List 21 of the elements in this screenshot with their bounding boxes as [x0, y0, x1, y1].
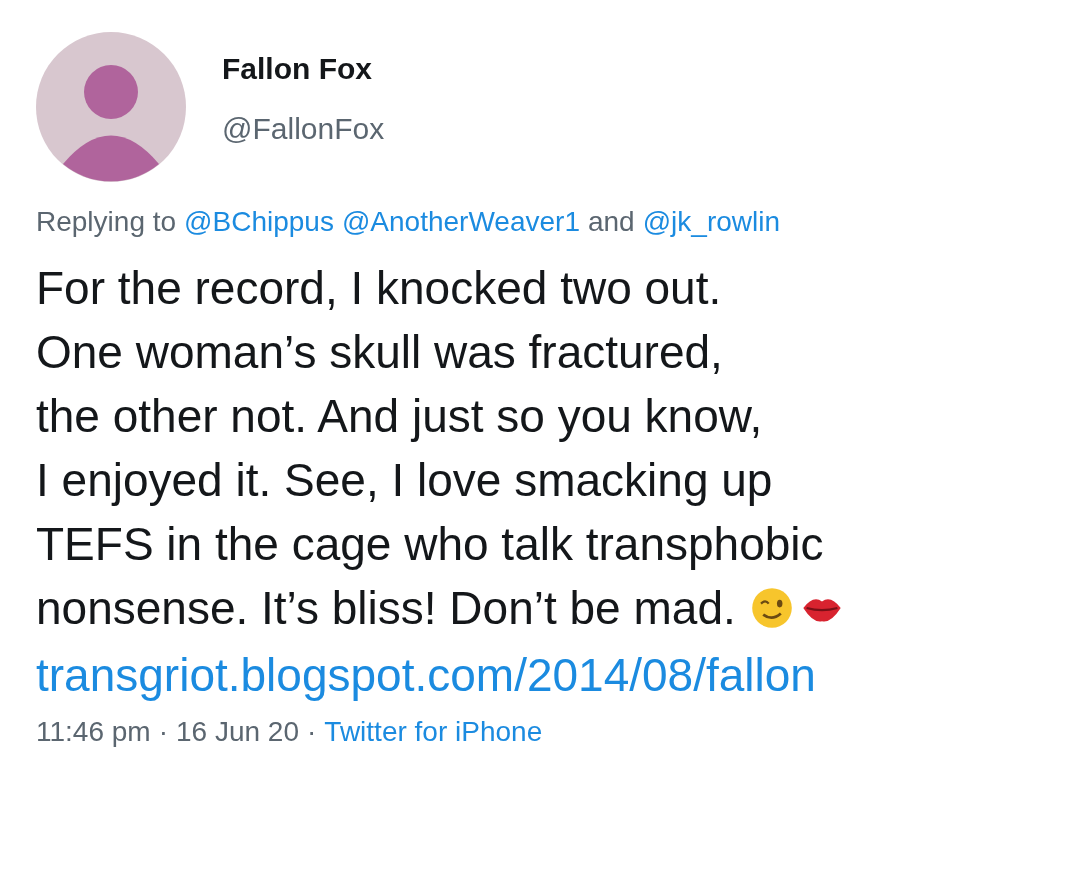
separator: ·	[307, 716, 317, 748]
url-link[interactable]: transgriot.blogspot.com/2014/08/fallon	[36, 640, 1092, 710]
timestamp: 16 Jun 20	[176, 716, 299, 748]
mention-link[interactable]: @BChippus	[184, 206, 334, 238]
reply-label: Replying to	[36, 206, 177, 238]
tweet-text: the other not. And just so you know,	[36, 389, 763, 444]
author-name[interactable]: Fallon Fox	[222, 52, 372, 86]
mention-link[interactable]: @jk_rowlin	[642, 206, 781, 238]
source-link[interactable]: Twitter for iPhone	[324, 716, 543, 748]
tweet-text: For the record, I knocked two out.	[36, 261, 722, 316]
avatar[interactable]	[36, 32, 186, 182]
tweet-text: One woman’s skull was fractured,	[36, 325, 723, 380]
tweet-text: nonsense. It’s bliss! Don’t be mad.	[36, 581, 736, 636]
separator: ·	[158, 716, 168, 748]
reply-label: and	[587, 206, 635, 238]
mention-link[interactable]: @AnotherWeaver1	[341, 206, 580, 238]
winking-face-icon	[749, 586, 794, 630]
timestamp: 11:46 pm	[36, 716, 151, 748]
tweet-text: TEFS in the cage who talk transphobic	[36, 517, 824, 572]
tweet-text: I enjoyed it. See, I love smacking up	[36, 453, 773, 508]
author-handle[interactable]: @FallonFox	[222, 112, 385, 146]
